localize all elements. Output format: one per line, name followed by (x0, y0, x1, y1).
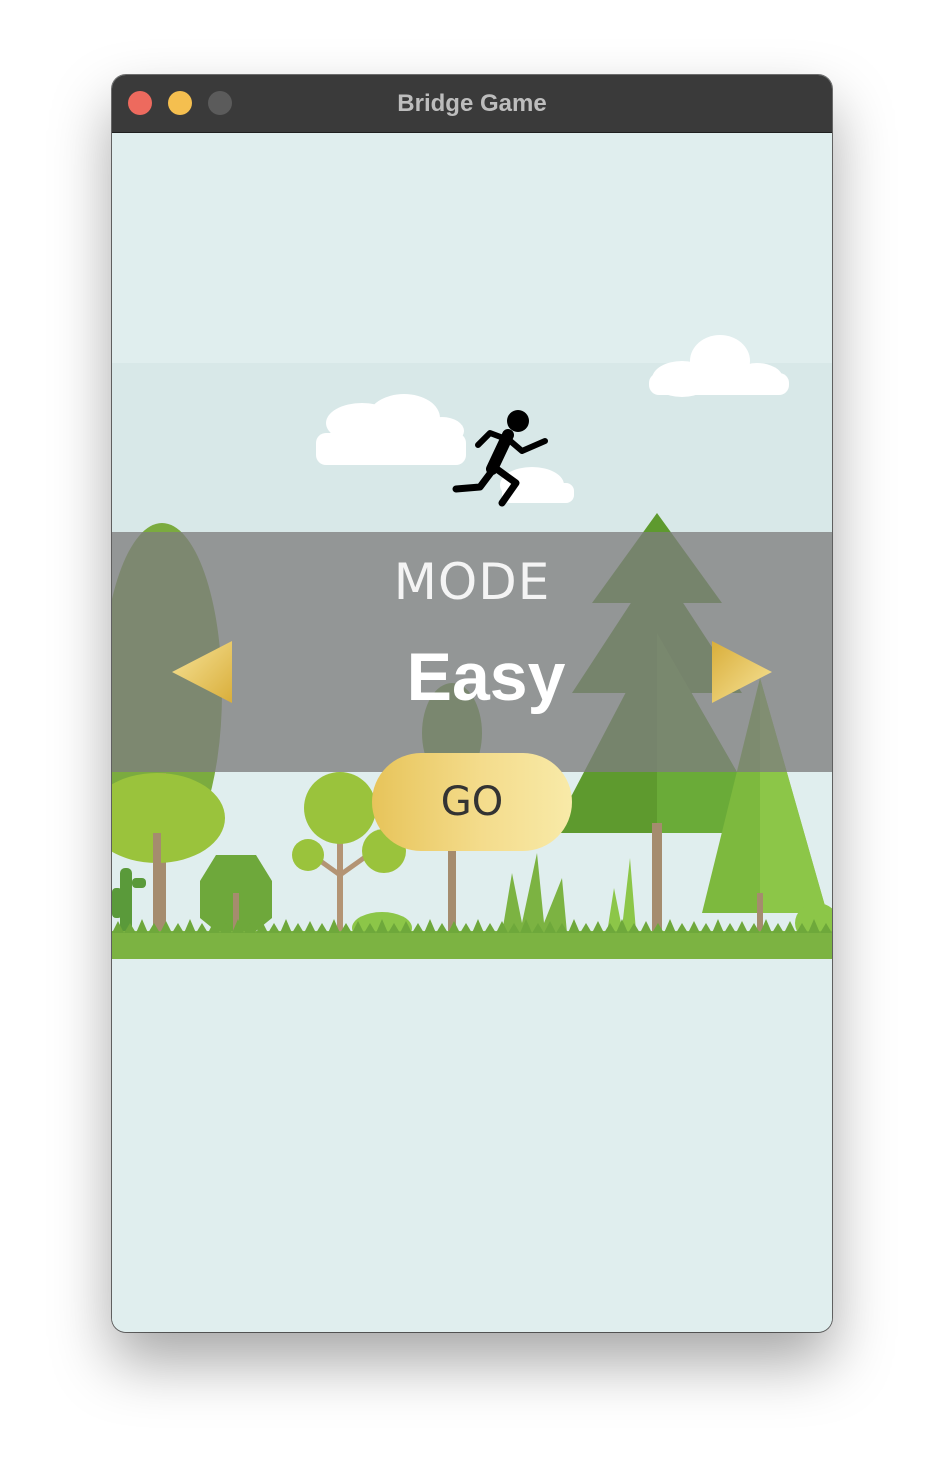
triangle-right-icon[interactable] (710, 641, 772, 703)
running-person-icon (452, 410, 548, 507)
cloud-right (649, 335, 789, 397)
game-area: MODE Easy GO (112, 133, 832, 1332)
grass-ground (112, 931, 832, 959)
title-bar: Bridge Game (112, 75, 832, 133)
app-window: Bridge Game MODE Easy GO (112, 75, 832, 1332)
window-title: Bridge Game (397, 90, 547, 117)
go-button[interactable]: GO (372, 753, 572, 851)
mode-label: MODE (393, 553, 551, 611)
triangle-left-icon[interactable] (172, 641, 234, 703)
